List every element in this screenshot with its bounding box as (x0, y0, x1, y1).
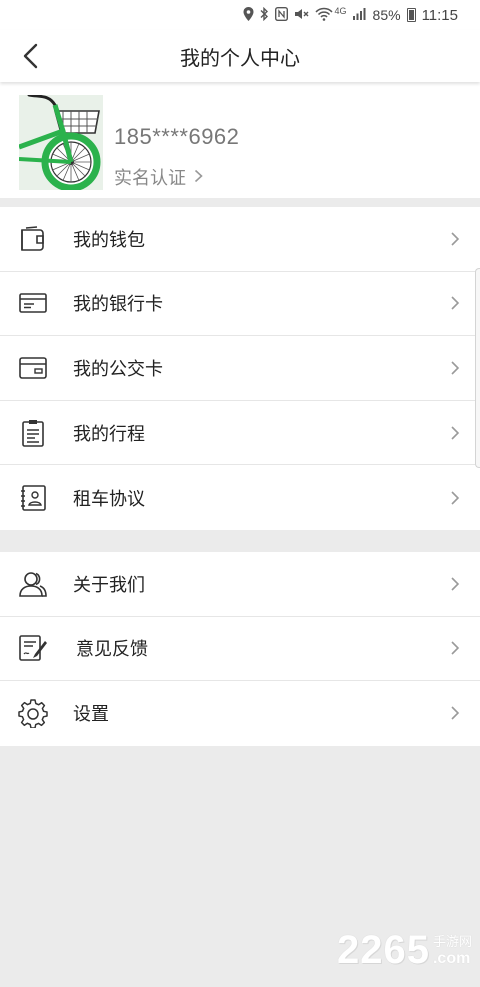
site-watermark: 2265 手游网 .com (337, 928, 472, 973)
battery-icon (406, 8, 416, 22)
real-name-verify-link[interactable]: 实名认证 (114, 164, 203, 190)
user-phone-number: 185****6962 (114, 124, 240, 149)
menu-label: 我的行程 (73, 423, 145, 445)
nav-bar: 我的个人中心 (0, 30, 480, 82)
menu-label: 我的银行卡 (73, 294, 163, 316)
page-title: 我的个人中心 (180, 45, 300, 70)
contract-icon (18, 483, 48, 513)
chevron-right-icon (450, 231, 460, 247)
menu-item-trips[interactable]: 我的行程 (0, 401, 480, 466)
menu-label: 租车协议 (73, 488, 145, 510)
signal-icon (352, 7, 367, 23)
watermark-site-cn: 手游网 (432, 935, 472, 950)
gear-icon (18, 698, 48, 730)
chevron-right-icon (450, 490, 460, 506)
menu-group-secondary: 关于我们 意见反馈 设置 (0, 552, 480, 746)
menu-item-rental-agreement[interactable]: 租车协议 (0, 465, 480, 530)
mute-icon (294, 7, 309, 24)
avatar[interactable] (19, 95, 103, 190)
bus-card-icon (18, 353, 48, 383)
bluetooth-icon (260, 6, 269, 24)
network-type: 4G (334, 6, 347, 16)
chevron-right-icon (450, 360, 460, 376)
chevron-right-icon (450, 576, 460, 592)
watermark-domain: .com (432, 950, 471, 967)
status-bar: 4G 85% 11:15 (0, 0, 480, 30)
wifi-icon (314, 7, 333, 24)
menu-label: 我的公交卡 (73, 358, 163, 380)
menu-item-feedback[interactable]: 意见反馈 (0, 617, 480, 682)
wallet-icon (18, 224, 48, 254)
location-icon (243, 6, 254, 24)
feedback-icon (18, 633, 48, 663)
menu-item-about-us[interactable]: 关于我们 (0, 552, 480, 617)
chevron-right-icon (450, 295, 460, 311)
menu-item-bus-card[interactable]: 我的公交卡 (0, 336, 480, 401)
chevron-right-icon (194, 167, 203, 188)
menu-item-wallet[interactable]: 我的钱包 (0, 207, 480, 272)
trip-clipboard-icon (18, 418, 48, 448)
chevron-right-icon (450, 640, 460, 656)
watermark-side: 手游网 .com (433, 931, 472, 968)
clock-time: 11:15 (421, 6, 458, 24)
menu-item-settings[interactable]: 设置 (0, 681, 480, 746)
menu-label: 意见反馈 (76, 639, 148, 661)
menu-label: 设置 (73, 704, 109, 726)
nfc-icon (274, 6, 288, 24)
chevron-right-icon (450, 425, 460, 441)
bank-card-icon (18, 288, 48, 318)
back-arrow-icon[interactable] (20, 43, 44, 69)
battery-percent: 85% (372, 7, 401, 23)
menu-label: 关于我们 (73, 574, 145, 596)
verify-label: 实名认证 (114, 168, 186, 189)
menu-label: 我的钱包 (73, 229, 145, 251)
profile-card: 185****6962 实名认证 (0, 82, 480, 198)
chevron-right-icon (450, 705, 460, 721)
menu-item-bank-card[interactable]: 我的银行卡 (0, 272, 480, 337)
users-icon (18, 569, 48, 599)
watermark-number: 2265 (337, 928, 430, 972)
menu-group-main: 我的钱包 我的银行卡 我的公交卡 我的行程 租车协议 (0, 207, 480, 530)
edge-panel-handle[interactable] (475, 268, 480, 468)
